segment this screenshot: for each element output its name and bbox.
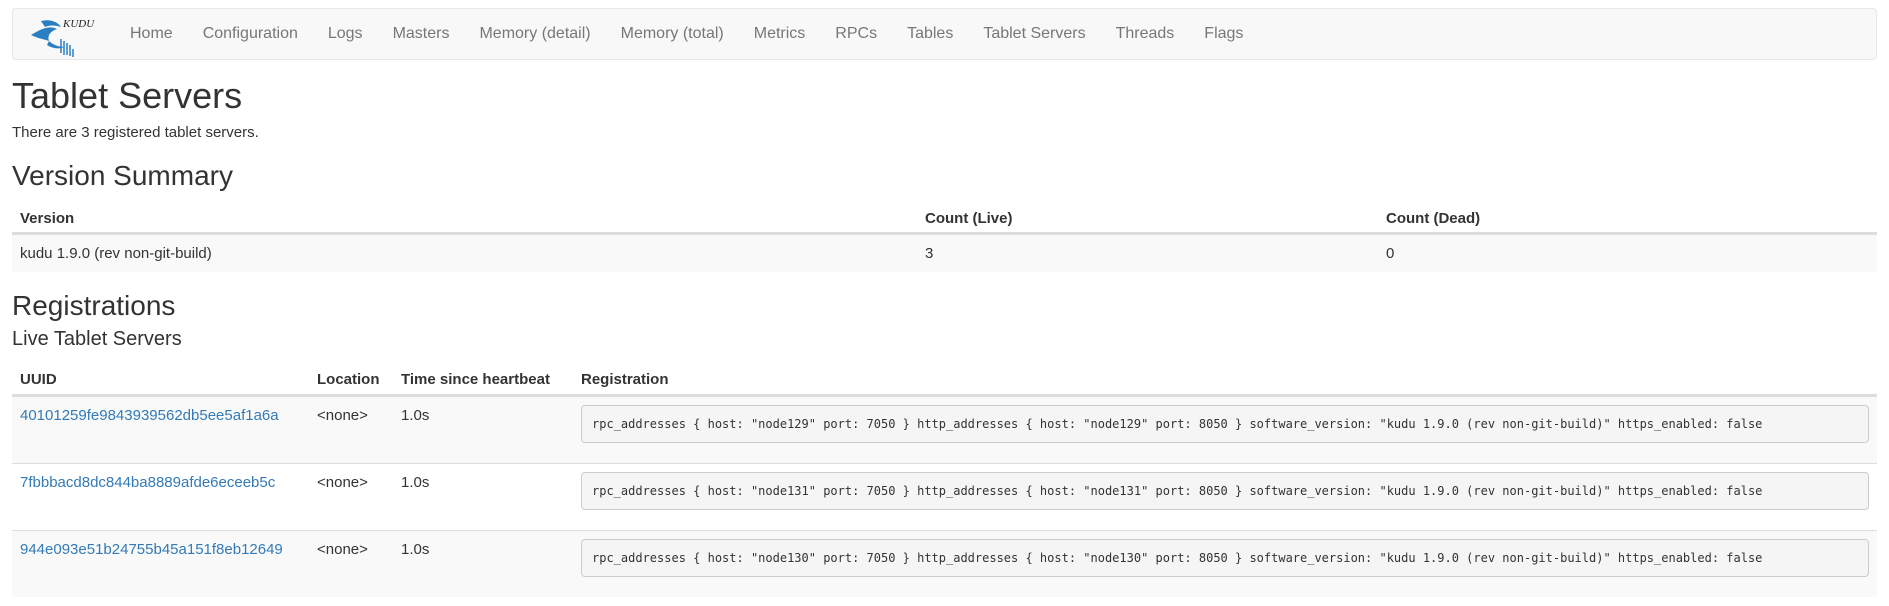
heartbeat-cell: 1.0s — [401, 541, 430, 558]
table-row: 944e093e51b24755b45a151f8eb12649 <none> … — [12, 530, 1877, 597]
nav-metrics[interactable]: Metrics — [739, 9, 821, 59]
registration-block: rpc_addresses { host: "node131" port: 70… — [581, 472, 1869, 510]
uuid-cell: 944e093e51b24755b45a151f8eb12649 — [12, 531, 309, 597]
column-header-count-dead: Count (Dead) — [1386, 209, 1481, 227]
column-header-uuid: UUID — [20, 370, 57, 388]
table-row: 7fbbbacd8dc844ba8889afde6eceeb5c <none> … — [12, 463, 1877, 530]
table-header: UUID Location Time since heartbeat Regis… — [12, 364, 1877, 396]
registration-cell: rpc_addresses { host: "node130" port: 70… — [573, 531, 1877, 597]
nav-rpcs[interactable]: RPCs — [820, 9, 892, 59]
registration-cell: rpc_addresses { host: "node131" port: 70… — [573, 464, 1877, 530]
column-header-registration: Registration — [581, 370, 669, 388]
uuid-cell: 40101259fe9843939562db5ee5af1a6a — [12, 397, 309, 463]
nav-memory-total[interactable]: Memory (total) — [606, 9, 739, 59]
nav-logs[interactable]: Logs — [313, 9, 378, 59]
nav-menu: Home Configuration Logs Masters Memory (… — [115, 9, 1258, 59]
uuid-cell: 7fbbbacd8dc844ba8889afde6eceeb5c — [12, 464, 309, 530]
nav-masters[interactable]: Masters — [378, 9, 465, 59]
live-tablet-servers-table: UUID Location Time since heartbeat Regis… — [12, 364, 1877, 597]
version-cell: kudu 1.9.0 (rev non-git-build) — [20, 245, 212, 262]
registration-cell: rpc_addresses { host: "node129" port: 70… — [573, 397, 1877, 463]
registration-block: rpc_addresses { host: "node129" port: 70… — [581, 405, 1869, 443]
table-row: kudu 1.9.0 (rev non-git-build) 3 0 — [12, 234, 1877, 272]
column-header-version: Version — [20, 209, 75, 227]
location-cell: <none> — [317, 541, 368, 558]
version-summary-table: Version Count (Live) Count (Dead) kudu 1… — [12, 204, 1877, 272]
nav-tablet-servers[interactable]: Tablet Servers — [968, 9, 1100, 59]
heartbeat-cell: 1.0s — [401, 407, 430, 424]
column-header-location: Location — [317, 370, 380, 388]
nav-threads[interactable]: Threads — [1101, 9, 1190, 59]
registration-block: rpc_addresses { host: "node130" port: 70… — [581, 539, 1869, 577]
server-count-summary: There are 3 registered tablet servers. — [12, 124, 259, 141]
location-cell: <none> — [317, 474, 368, 491]
nav-flags[interactable]: Flags — [1189, 9, 1258, 59]
version-summary-heading: Version Summary — [12, 160, 233, 191]
nav-tables[interactable]: Tables — [892, 9, 968, 59]
table-row: 40101259fe9843939562db5ee5af1a6a <none> … — [12, 396, 1877, 463]
column-header-count-live: Count (Live) — [925, 209, 1013, 227]
column-header-heartbeat: Time since heartbeat — [401, 370, 550, 388]
registrations-heading: Registrations — [12, 290, 176, 321]
nav-home[interactable]: Home — [115, 9, 188, 59]
nav-configuration[interactable]: Configuration — [188, 9, 313, 59]
uuid-link[interactable]: 944e093e51b24755b45a151f8eb12649 — [20, 541, 283, 558]
dead-count-cell: 0 — [1386, 245, 1395, 262]
uuid-link[interactable]: 40101259fe9843939562db5ee5af1a6a — [20, 407, 279, 424]
location-cell: <none> — [317, 407, 368, 424]
live-tablet-servers-heading: Live Tablet Servers — [12, 328, 182, 350]
svg-text:KUDU: KUDU — [62, 18, 95, 30]
kudu-bird-icon: KUDU — [31, 18, 95, 57]
kudu-logo[interactable]: KUDU — [27, 9, 99, 59]
top-navbar: KUDU Home Configuration Logs Masters Mem… — [12, 8, 1877, 60]
heartbeat-cell: 1.0s — [401, 474, 430, 491]
table-header: Version Count (Live) Count (Dead) — [12, 204, 1877, 234]
nav-memory-detail[interactable]: Memory (detail) — [464, 9, 605, 59]
uuid-link[interactable]: 7fbbbacd8dc844ba8889afde6eceeb5c — [20, 474, 275, 491]
live-count-cell: 3 — [925, 245, 934, 262]
page-title: Tablet Servers — [12, 75, 243, 116]
